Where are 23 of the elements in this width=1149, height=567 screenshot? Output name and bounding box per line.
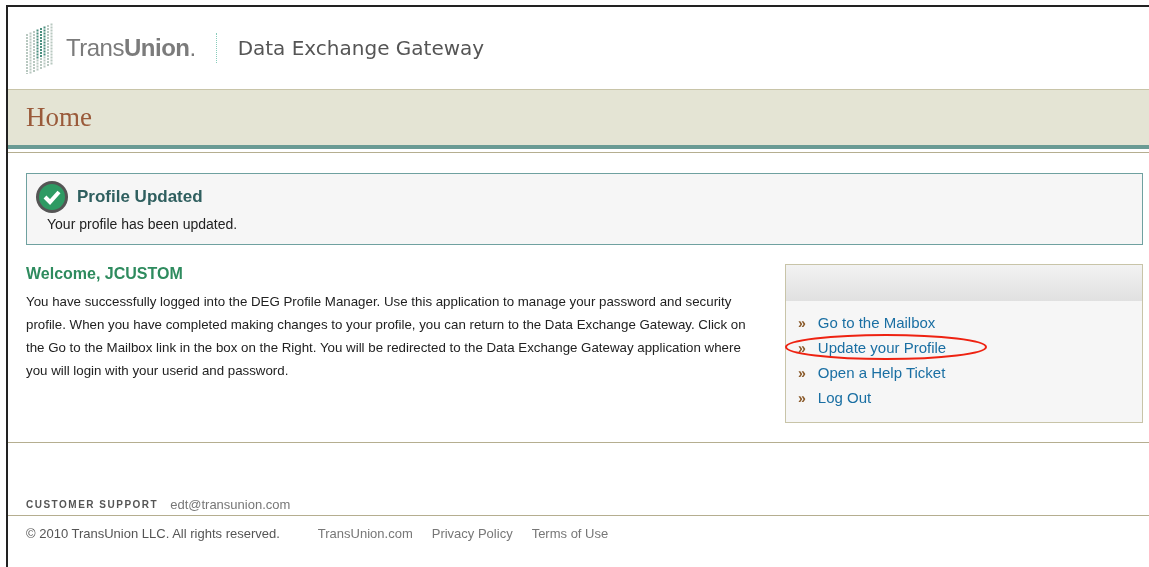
welcome-text: You have successfully logged into the DEG Profile Manager. Use this application to manage your password and security profile. When you have completed making changes to your profile, you can return to the Data Exchange Gateway. Click on the Go to the Mailbox link in the box on the Right. You will be redirected to the Data Exchange Gateway application where you will login with your userid and password.: [26, 293, 747, 380]
footer-link[interactable]: Terms of Use: [531, 526, 609, 541]
alert-message: Your profile has been updated.: [47, 215, 239, 233]
product-name: Data Exchange Gateway: [237, 36, 485, 60]
bullet-icon: »: [798, 314, 806, 331]
support-label: CUSTOMER SUPPORT: [26, 498, 159, 510]
welcome-heading: Welcome, JCUSTOM: [26, 265, 184, 283]
logo-icon: [26, 22, 56, 74]
check-icon: [35, 180, 69, 214]
nav-link[interactable]: Go to the Mailbox: [817, 314, 936, 331]
bullet-icon: »: [798, 389, 806, 406]
copyright-text: © 2010 TransUnion LLC. All rights reserved.: [26, 526, 280, 541]
nav-link[interactable]: Open a Help Ticket: [817, 364, 946, 381]
page-title: Home: [26, 102, 92, 133]
nav-link[interactable]: Log Out: [817, 389, 872, 406]
bullet-icon: »: [798, 339, 806, 356]
bullet-icon: »: [798, 364, 806, 381]
alert-title: Profile Updated: [77, 187, 203, 207]
nav-link[interactable]: Update your Profile: [817, 339, 947, 356]
support-email[interactable]: edt@transunion.com: [170, 496, 291, 512]
footer-link[interactable]: Privacy Policy: [431, 526, 513, 541]
brand-name: TransUnion.: [66, 34, 196, 62]
footer-link[interactable]: TransUnion.com: [317, 526, 413, 541]
